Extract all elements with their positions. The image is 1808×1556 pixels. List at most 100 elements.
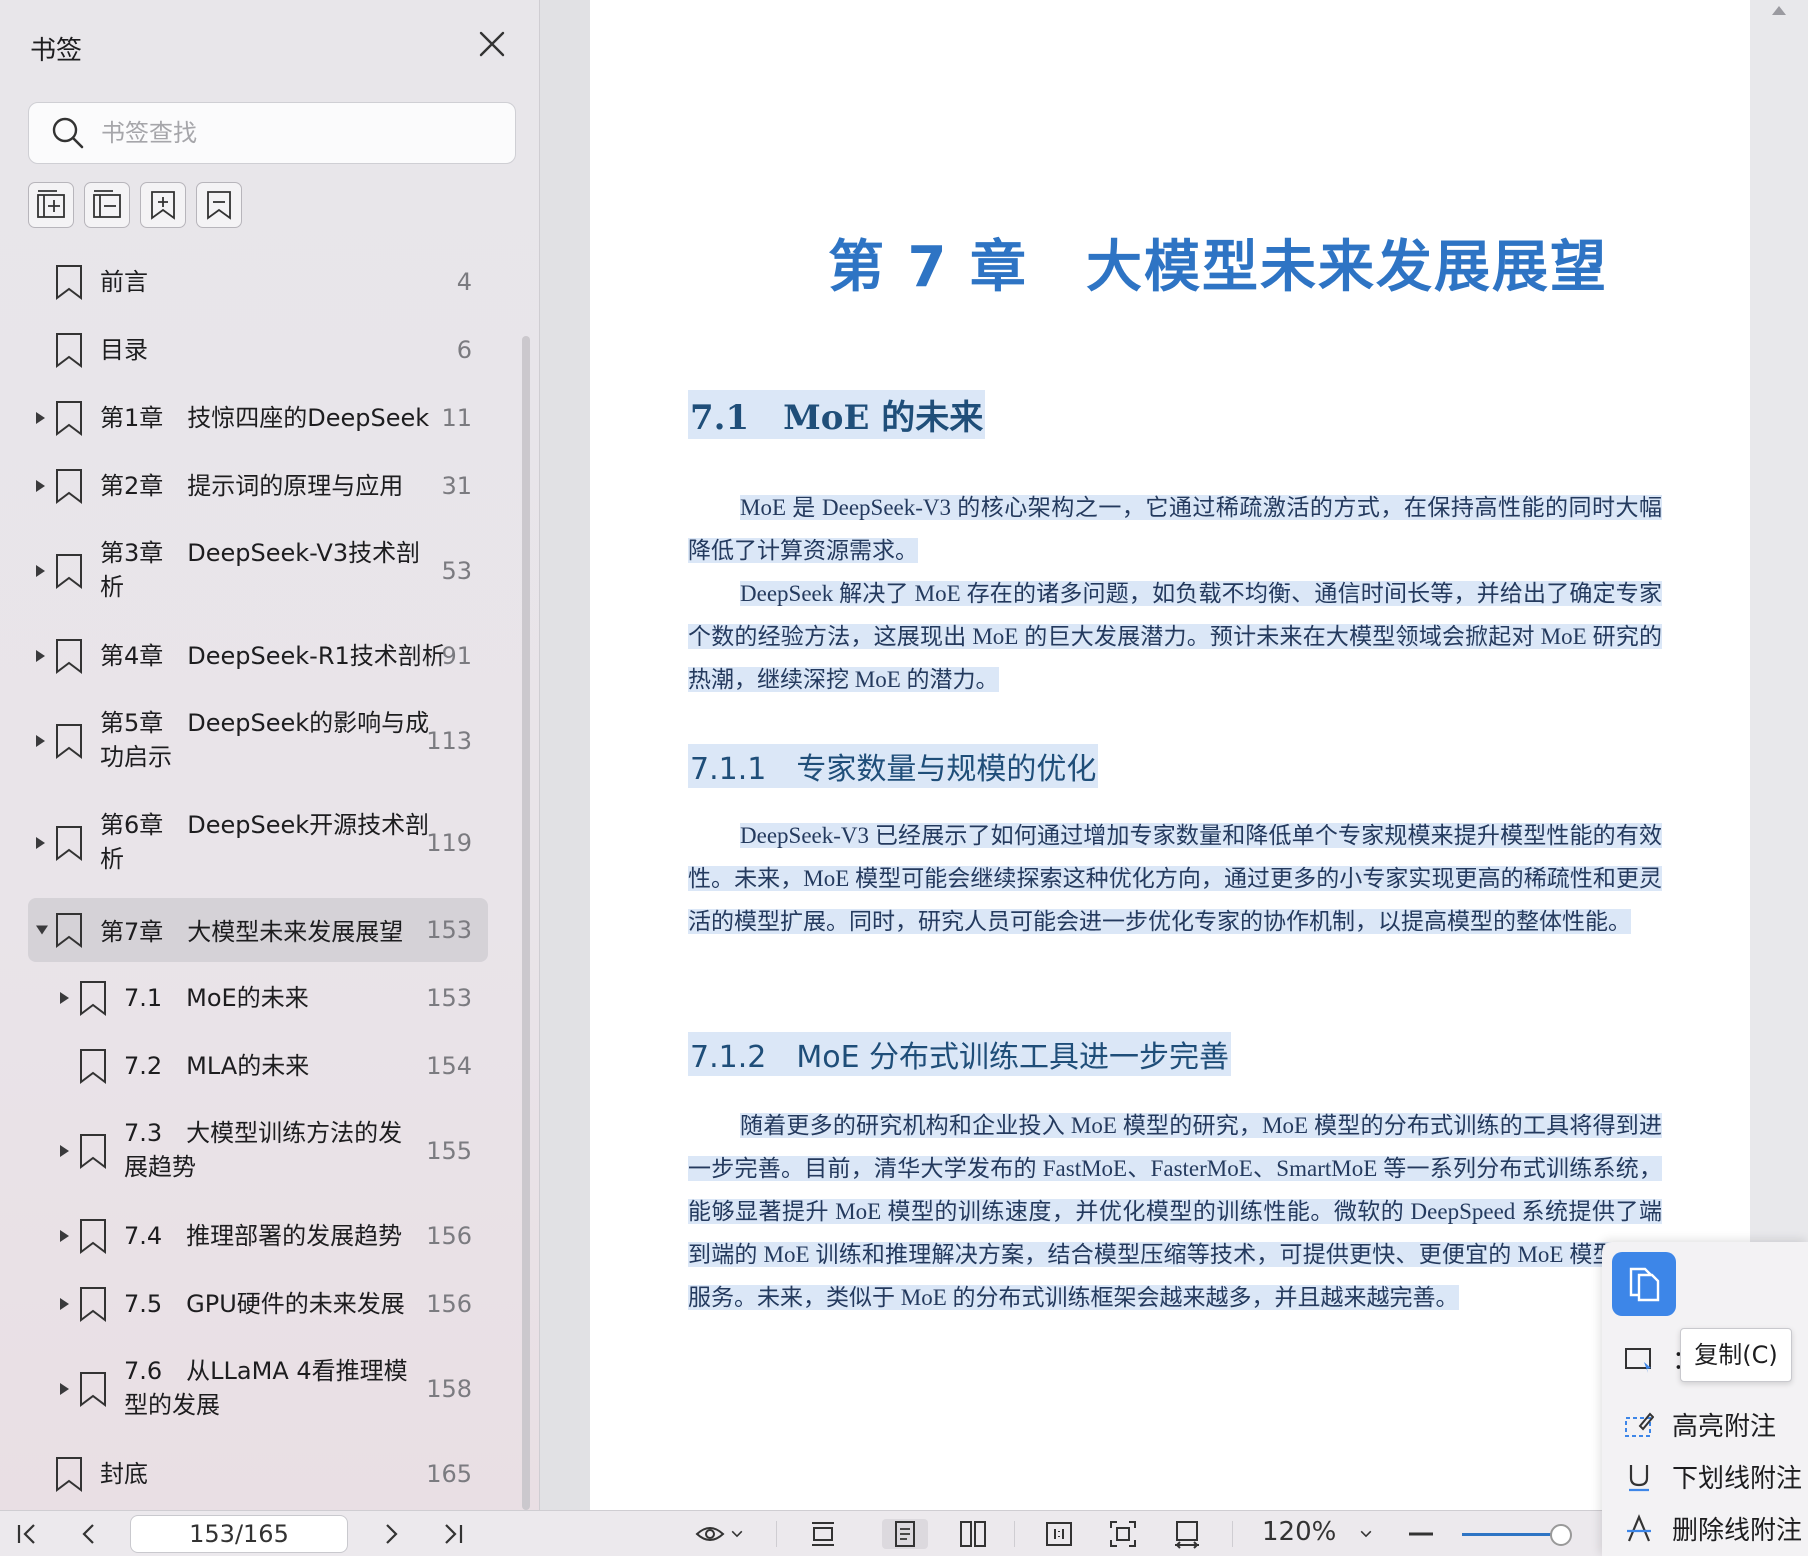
zoom-dropdown-button[interactable] [1356, 1519, 1376, 1549]
bookmark-page-number: 4 [456, 268, 472, 296]
bookmark-icon [56, 639, 82, 674]
bookmark-page-number: 158 [426, 1375, 472, 1403]
expand-all-button[interactable] [28, 182, 74, 228]
bookmark-item[interactable]: 第7章 大模型未来发展展望 153 [28, 898, 488, 962]
sidebar-scrollbar[interactable] [522, 336, 530, 1510]
bookmark-item[interactable]: 7.5 GPU硬件的未来发展 156 [28, 1270, 488, 1338]
expand-arrow-right-icon[interactable] [60, 1230, 69, 1242]
expand-arrow-right-icon[interactable] [60, 1145, 69, 1157]
strikethrough-annotation-menu-item[interactable]: 删除线附注 [1624, 1510, 1802, 1547]
bookmark-icon [56, 401, 82, 436]
chapter-title: 第 7 章 大模型未来发展展望 [828, 235, 1608, 300]
add-bookmark-button[interactable] [140, 182, 186, 228]
chevron-down-icon [731, 1530, 743, 1538]
expand-arrow-down-icon[interactable] [36, 925, 48, 935]
bookmark-icon [80, 981, 106, 1016]
scroll-up-icon[interactable] [1772, 6, 1786, 15]
expand-arrow-right-icon[interactable] [60, 992, 69, 1004]
bookmark-item[interactable]: 第2章 提示词的原理与应用 31 [28, 452, 488, 520]
expand-arrow-right-icon[interactable] [36, 480, 45, 492]
expand-arrow-right-icon[interactable] [36, 412, 45, 424]
bookmark-label: 第1章 技惊四座的DeepSeek [100, 404, 430, 432]
subsection-title-1: 7.1.1 专家数量与规模的优化 [688, 744, 1099, 788]
bookmark-item[interactable]: 第4章 DeepSeek-R1技术剖析 91 [28, 622, 488, 690]
bookmark-item[interactable]: 目录 6 [28, 316, 488, 384]
bookmark-item[interactable]: 第3章 DeepSeek-V3技术剖 析 53 [28, 520, 488, 622]
highlight-annotation-menu-item[interactable]: 高亮附注 [1624, 1406, 1776, 1443]
bookmark-page-number: 156 [426, 1222, 472, 1250]
eye-icon [695, 1527, 725, 1541]
next-page-button[interactable] [376, 1519, 406, 1549]
expand-arrow-right-icon[interactable] [36, 565, 45, 577]
bookmark-icon [56, 333, 82, 368]
single-page-icon [895, 1521, 915, 1547]
underline-icon [1629, 1464, 1649, 1491]
bookmark-icon [80, 1134, 106, 1169]
toolbar-separator [1232, 1521, 1233, 1547]
bookmark-label: 目录 [100, 336, 148, 364]
zoom-slider-handle[interactable] [1550, 1524, 1572, 1546]
actual-size-button[interactable] [1044, 1519, 1074, 1549]
rotate-button[interactable] [1172, 1519, 1202, 1549]
remove-bookmark-button[interactable] [196, 182, 242, 228]
zoom-slider-track[interactable] [1462, 1533, 1562, 1536]
single-page-button[interactable] [882, 1519, 928, 1549]
paragraph-3: DeepSeek-V3 已经展示了如何通过增加专家数量和降低单个专家规模来提升模… [688, 823, 1662, 934]
bookmark-label: 7.2 MLA的未来 [124, 1052, 310, 1080]
menu-item-label: 下划线附注 [1672, 1464, 1803, 1494]
bookmark-item[interactable]: 7.1 MoE的未来 153 [28, 964, 488, 1032]
bookmark-icon [56, 554, 82, 589]
bookmark-item[interactable]: 7.2 MLA的未来 154 [28, 1032, 488, 1100]
fit-width-icon [812, 1522, 834, 1546]
last-page-button[interactable] [438, 1519, 468, 1549]
zoom-out-button[interactable] [1406, 1519, 1436, 1549]
fit-width-button[interactable] [808, 1519, 838, 1549]
bookmark-item[interactable]: 封底 165 [28, 1440, 488, 1508]
first-page-button[interactable] [12, 1519, 42, 1549]
bookmark-icon [56, 913, 82, 948]
collapse-all-button[interactable] [84, 182, 130, 228]
underline-annotation-menu-item[interactable]: 下划线附注 [1624, 1458, 1802, 1495]
zoom-level[interactable]: 120% [1262, 1517, 1336, 1547]
bookmark-item[interactable]: 前言 4 [28, 248, 488, 316]
bookmark-search-box[interactable] [28, 102, 516, 164]
bookmark-label: 第3章 DeepSeek-V3技术剖 析 [100, 539, 421, 601]
bookmark-label: 7.1 MoE的未来 [124, 984, 309, 1012]
toolbar-separator [1014, 1521, 1015, 1547]
bookmark-item[interactable]: 第6章 DeepSeek开源技术剖 析 119 [28, 792, 488, 894]
bookmark-toolbar [28, 182, 242, 228]
bookmark-label: 第5章 DeepSeek的影响与成 功启示 [100, 709, 430, 771]
area-select-icon [1625, 1347, 1651, 1373]
bookmark-item[interactable]: 第5章 DeepSeek的影响与成 功启示 113 [28, 690, 488, 792]
close-sidebar-button[interactable] [476, 28, 508, 60]
bookmark-label: 第2章 提示词的原理与应用 [100, 472, 404, 500]
toolbar-separator [776, 1521, 777, 1547]
bookmark-item[interactable]: 7.6 从LLaMA 4看推理模 型的发展 158 [28, 1338, 488, 1440]
bookmark-icon [80, 1287, 106, 1322]
search-icon [52, 117, 84, 149]
bookmark-sidebar: 书签 前言 4 目录 6 第1章 技惊四座的DeepSeek 11 第2章 提示词的原理与应… [0, 0, 540, 1510]
strikethrough-icon [1627, 1513, 1651, 1541]
bookmark-item[interactable]: 第1章 技惊四座的DeepSeek 11 [28, 384, 488, 452]
subsection-title-2: 7.1.2 MoE 分布式训练工具进一步完善 [688, 1032, 1232, 1076]
bookmark-page-number: 91 [441, 642, 472, 670]
expand-arrow-right-icon[interactable] [36, 650, 45, 662]
previous-page-button[interactable] [74, 1519, 104, 1549]
fit-page-button[interactable] [1108, 1519, 1138, 1549]
expand-arrow-right-icon[interactable] [36, 735, 45, 747]
bookmark-page-number: 11 [441, 404, 472, 432]
expand-arrow-right-icon[interactable] [36, 837, 45, 849]
bookmark-item[interactable]: 7.4 推理部署的发展趋势 156 [28, 1202, 488, 1270]
view-mode-dropdown[interactable] [690, 1519, 750, 1549]
expand-arrow-right-icon[interactable] [60, 1383, 69, 1395]
bookmark-search-input[interactable] [101, 119, 501, 147]
expand-arrow-right-icon[interactable] [60, 1298, 69, 1310]
copy-button[interactable] [1612, 1252, 1676, 1316]
page-number-input[interactable]: 153/165 [130, 1515, 348, 1553]
bookmark-item[interactable]: 7.3 大模型训练方法的发 展趋势 155 [28, 1100, 488, 1202]
bookmark-label: 第4章 DeepSeek-R1技术剖析 [100, 642, 446, 670]
bookmark-label: 7.5 GPU硬件的未来发展 [124, 1290, 405, 1318]
two-page-button[interactable] [958, 1519, 988, 1549]
bookmark-page-number: 156 [426, 1290, 472, 1318]
bookmark-page-number: 154 [426, 1052, 472, 1080]
